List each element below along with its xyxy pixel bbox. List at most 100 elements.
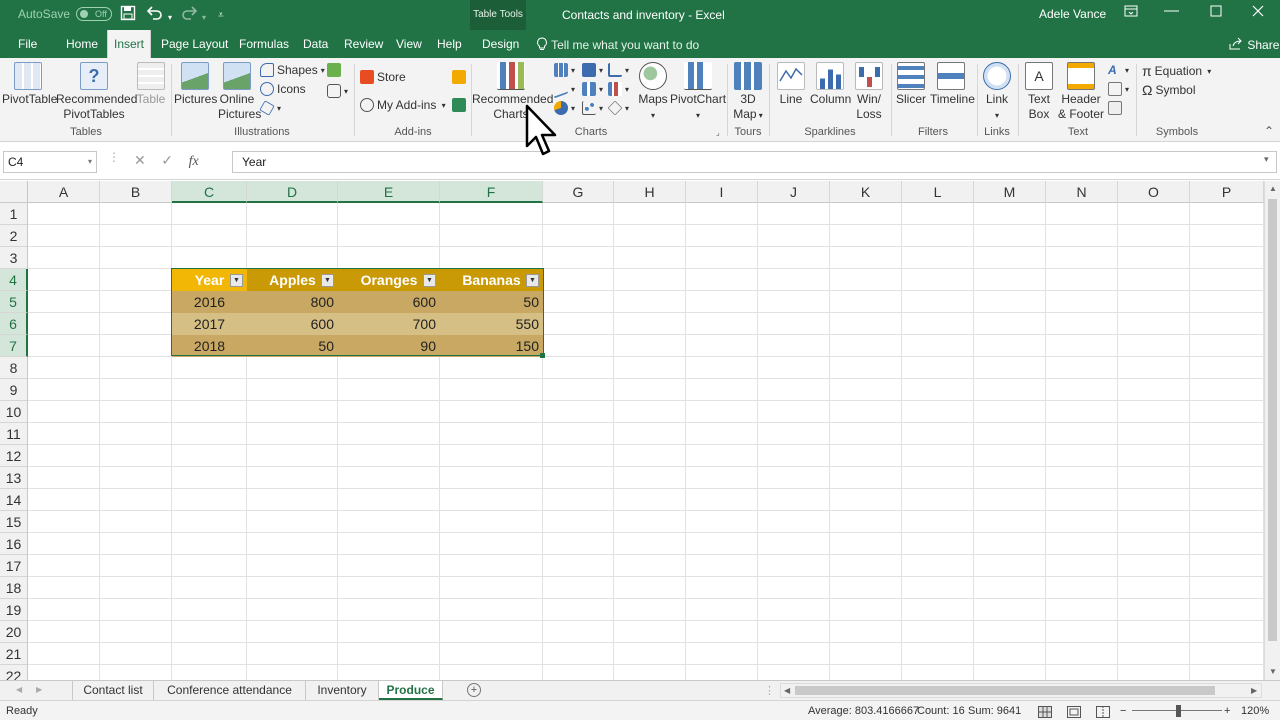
vertical-scrollbar[interactable]: ▲ ▼: [1264, 181, 1280, 680]
table-button[interactable]: Table: [134, 62, 168, 107]
zoom-in-icon[interactable]: +: [1224, 701, 1230, 720]
ribbon-display-options-icon[interactable]: [1124, 4, 1138, 22]
undo-dropdown-icon[interactable]: ▾: [168, 9, 172, 27]
tab-design[interactable]: Design: [481, 30, 520, 58]
insert-waterfall-chart-button[interactable]: ▾: [608, 82, 629, 96]
recommended-pivottables-button[interactable]: ? Recommended PivotTables: [56, 62, 137, 122]
3d-models-button[interactable]: ▾: [259, 100, 281, 116]
row-header-18[interactable]: 18: [0, 577, 28, 599]
status-count[interactable]: Count: 16: [917, 701, 965, 720]
wordart-button[interactable]: A ▾: [1108, 63, 1129, 77]
formula-input[interactable]: Year: [232, 151, 1277, 173]
prev-sheet-icon[interactable]: ◀: [16, 685, 22, 694]
column-header-h[interactable]: H: [614, 181, 686, 203]
row-header-17[interactable]: 17: [0, 555, 28, 577]
people-graph-button[interactable]: [452, 98, 466, 112]
undo-icon[interactable]: [146, 5, 164, 26]
zoom-level[interactable]: 120%: [1241, 701, 1269, 720]
close-icon[interactable]: [1252, 4, 1264, 21]
scroll-down-icon[interactable]: ▼: [1269, 667, 1277, 676]
column-header-n[interactable]: N: [1046, 181, 1118, 203]
row-header-22[interactable]: 22: [0, 665, 28, 680]
sheet-tab-produce[interactable]: Produce: [379, 681, 443, 700]
add-sheet-icon[interactable]: +: [467, 683, 481, 697]
icons-button[interactable]: Icons: [260, 82, 306, 96]
sheet-tab-conference-attendance[interactable]: Conference attendance: [154, 681, 306, 700]
save-icon[interactable]: [120, 5, 136, 26]
enter-icon[interactable]: ✓: [161, 152, 173, 168]
pivottable-button[interactable]: PivotTable: [2, 62, 57, 107]
insert-column-chart-button[interactable]: ▾: [554, 63, 575, 77]
row-header-14[interactable]: 14: [0, 489, 28, 511]
column-header-l[interactable]: L: [902, 181, 974, 203]
column-header-c[interactable]: C: [172, 181, 247, 203]
maps-button[interactable]: Maps ▾: [636, 62, 670, 123]
row-header-16[interactable]: 16: [0, 533, 28, 555]
row-header-3[interactable]: 3: [0, 247, 28, 269]
sheet-tab-contact-list[interactable]: Contact list: [72, 681, 154, 700]
text-box-button[interactable]: A Text Box: [1021, 62, 1057, 122]
online-pictures-button[interactable]: Online Pictures: [218, 62, 261, 122]
tab-view[interactable]: View: [395, 30, 423, 58]
name-box-dropdown-icon[interactable]: ▾: [88, 152, 92, 172]
smartart-button[interactable]: [327, 63, 341, 77]
signature-line-button[interactable]: ▾: [1108, 82, 1129, 96]
sheet-tab-inventory[interactable]: Inventory: [306, 681, 379, 700]
row-header-6[interactable]: 6: [0, 313, 28, 335]
next-sheet-icon[interactable]: ▶: [36, 685, 42, 694]
select-all-corner[interactable]: [0, 181, 28, 203]
row-header-11[interactable]: 11: [0, 423, 28, 445]
sparkline-winloss-button[interactable]: Win/ Loss: [852, 62, 886, 122]
status-average[interactable]: Average: 803.4166667: [808, 701, 919, 720]
shapes-button[interactable]: Shapes ▾: [260, 63, 325, 77]
object-button[interactable]: [1108, 101, 1122, 115]
autosave-switch[interactable]: Off: [76, 7, 113, 21]
zoom-out-icon[interactable]: −: [1120, 701, 1126, 720]
user-name[interactable]: Adele Vance: [1039, 7, 1106, 21]
charts-dialog-launcher[interactable]: ⌟: [716, 128, 720, 137]
scroll-right-icon[interactable]: ▶: [1251, 686, 1257, 695]
column-header-d[interactable]: D: [247, 181, 338, 203]
horizontal-scroll-thumb[interactable]: [795, 686, 1215, 695]
insert-statistic-chart-button[interactable]: ▾: [608, 63, 629, 77]
tab-splitter-icon[interactable]: ⋮: [764, 684, 775, 697]
row-header-13[interactable]: 13: [0, 467, 28, 489]
tab-home[interactable]: Home: [65, 30, 99, 58]
tab-formulas[interactable]: Formulas: [238, 30, 290, 58]
row-header-8[interactable]: 8: [0, 357, 28, 379]
my-addins-button[interactable]: My Add-ins ▾: [360, 98, 446, 112]
link-button[interactable]: Link ▾: [980, 62, 1014, 123]
screenshot-button[interactable]: ▾: [327, 84, 348, 98]
tab-data[interactable]: Data: [302, 30, 329, 58]
tab-help[interactable]: Help: [436, 30, 463, 58]
column-header-i[interactable]: I: [686, 181, 758, 203]
expand-formula-bar-icon[interactable]: ▾: [1264, 154, 1269, 165]
insert-combo-chart-button[interactable]: ▾: [582, 82, 603, 96]
slicer-button[interactable]: Slicer: [894, 62, 928, 107]
pictures-button[interactable]: Pictures: [174, 62, 217, 107]
insert-hierarchy-chart-button[interactable]: ▾: [582, 63, 603, 77]
name-box[interactable]: C4 ▾: [3, 151, 97, 173]
pivotchart-button[interactable]: PivotChart ▾: [670, 62, 726, 123]
row-header-1[interactable]: 1: [0, 203, 28, 225]
fill-handle[interactable]: [540, 353, 545, 358]
worksheet-grid[interactable]: ABCDEFGHIJKLMNOP 1 2 3 4 5 6 7 8 9 10 11 12 13 14 15 16…: [0, 181, 1264, 680]
3d-map-button[interactable]: 3D Map ▾: [729, 62, 767, 123]
insert-line-chart-button[interactable]: ▾: [554, 79, 575, 99]
redo-dropdown-icon[interactable]: ▾: [202, 9, 206, 27]
row-header-12[interactable]: 12: [0, 445, 28, 467]
row-header-15[interactable]: 15: [0, 511, 28, 533]
symbol-button[interactable]: Ω Symbol: [1142, 82, 1195, 98]
insert-scatter-chart-button[interactable]: ▾: [582, 101, 603, 115]
row-header-2[interactable]: 2: [0, 225, 28, 247]
zoom-slider-thumb[interactable]: [1176, 705, 1181, 717]
tell-me-search[interactable]: Tell me what you want to do: [536, 30, 699, 58]
store-button[interactable]: Store: [360, 70, 406, 84]
bing-maps-button[interactable]: [452, 70, 466, 84]
collapse-ribbon-icon[interactable]: ⌃: [1264, 124, 1274, 138]
column-header-g[interactable]: G: [543, 181, 614, 203]
column-header-o[interactable]: O: [1118, 181, 1190, 203]
column-header-e[interactable]: E: [338, 181, 440, 203]
equation-button[interactable]: π Equation ▾: [1142, 63, 1211, 79]
header-footer-button[interactable]: Header & Footer: [1057, 62, 1105, 122]
